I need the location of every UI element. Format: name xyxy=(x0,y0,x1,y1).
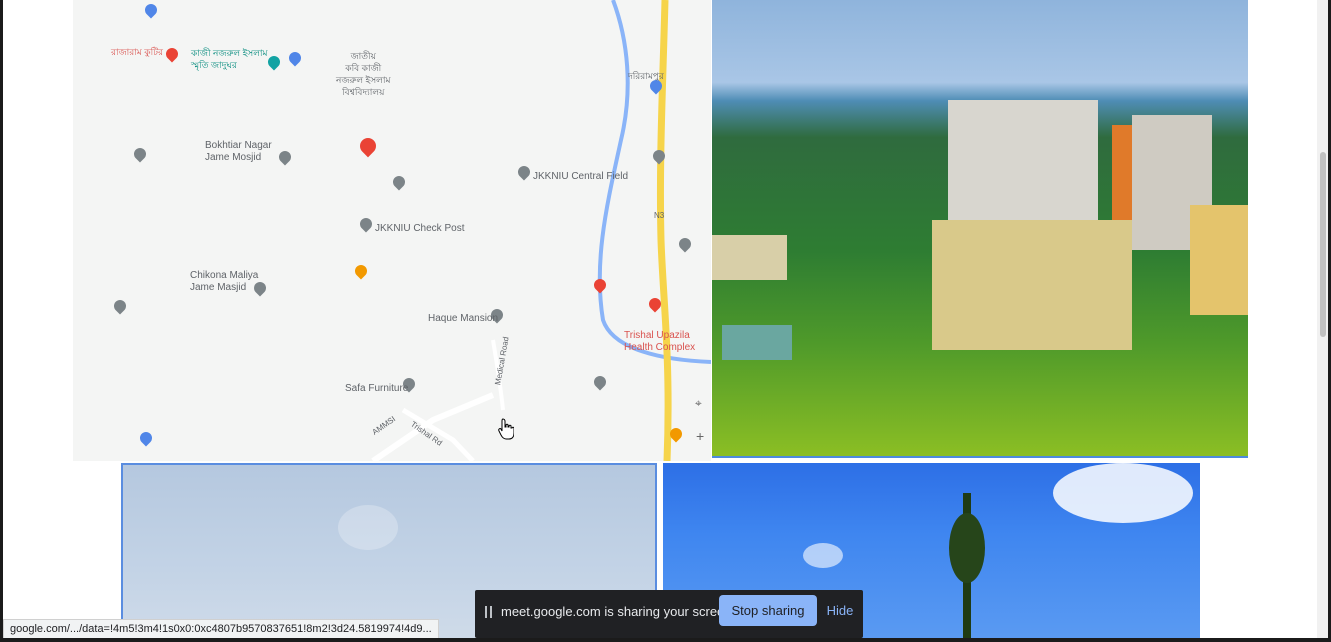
map-label-museum[interactable]: কাজী নজরুল ইসলাম স্মৃতি জাদুঘর xyxy=(191,47,268,71)
map-label-central-field[interactable]: JKKNIU Central Field xyxy=(533,171,628,183)
map-label-bn-4[interactable]: দরিরামপুর xyxy=(628,70,664,82)
cloud xyxy=(338,505,398,550)
screen-share-bar: meet.google.com is sharing your screen. … xyxy=(475,590,863,638)
scrollbar-thumb[interactable] xyxy=(1320,152,1326,337)
window-left-edge xyxy=(0,0,3,642)
map-label-mosjid[interactable]: Bokhtiar Nagar Jame Mosjid xyxy=(205,140,285,164)
building xyxy=(932,220,1132,350)
embedded-map[interactable]: জাতীয় কবি কাজী নজরুল ইসলাম বিশ্ববিদ্যাল… xyxy=(73,0,711,461)
plant-silhouette xyxy=(949,513,985,583)
hide-button[interactable]: Hide xyxy=(822,595,858,626)
stop-sharing-button[interactable]: Stop sharing xyxy=(719,595,817,626)
location-icon[interactable]: ⌖ xyxy=(695,396,702,411)
map-label-check-post[interactable]: JKKNIU Check Post xyxy=(375,223,464,235)
map-label-safa-furniture[interactable]: Safa Furniture xyxy=(345,383,408,395)
campus-photo[interactable] xyxy=(712,0,1248,458)
map-label-university[interactable]: জাতীয় কবি কাজী নজরুল ইসলাম বিশ্ববিদ্যাল… xyxy=(336,50,390,98)
building xyxy=(722,325,792,360)
cloud xyxy=(1053,463,1193,523)
hand-cursor-icon xyxy=(498,418,514,440)
map-label-bn-3[interactable]: রাজারাম কুটির xyxy=(111,46,163,58)
photo-selection-border xyxy=(712,456,1248,458)
map-label-health-complex[interactable]: Trishal Upazila Health Complex xyxy=(624,330,711,354)
status-bar-url: google.com/.../data=!4m5!3m4!1s0x0:0xc48… xyxy=(3,619,439,639)
map-label-haque-mansion[interactable]: Haque Mansion xyxy=(428,313,498,325)
cloud xyxy=(803,543,843,568)
zoom-in-icon[interactable]: + xyxy=(696,428,704,444)
window-bottom-edge xyxy=(0,638,1331,642)
map-road-label: N3 xyxy=(654,211,665,220)
share-message: meet.google.com is sharing your screen. xyxy=(501,604,736,619)
map-label-masjid[interactable]: Chikona Maliya Jame Masjid xyxy=(190,270,260,294)
building xyxy=(712,235,787,280)
building xyxy=(1190,205,1248,315)
pause-icon[interactable] xyxy=(485,606,493,618)
